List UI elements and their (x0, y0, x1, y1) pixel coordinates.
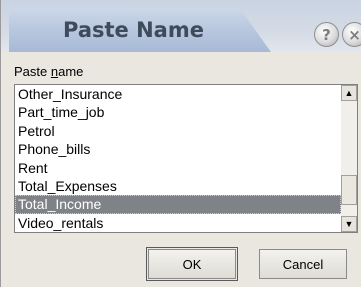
vertical-scrollbar[interactable]: ▲ ▼ (341, 85, 357, 232)
list-item[interactable]: Part_time_job (15, 103, 341, 121)
label-prefix: Paste (14, 64, 51, 79)
label-suffix: ame (58, 64, 84, 79)
names-listbox[interactable]: Other_Insurance Part_time_job Petrol Pho… (14, 84, 358, 233)
label-accelerator: n (50, 64, 59, 79)
dialog-title: Paste Name (63, 18, 204, 42)
scrollbar-thumb[interactable] (341, 175, 357, 205)
list-item[interactable]: Video_rentals (15, 214, 341, 232)
help-icon[interactable]: ? (314, 22, 339, 47)
scrollbar-track[interactable] (341, 101, 357, 216)
title-bar[interactable]: Paste Name ? × (1, 0, 361, 52)
scroll-up-icon[interactable]: ▲ (341, 85, 357, 101)
names-list: Other_Insurance Part_time_job Petrol Pho… (15, 85, 341, 232)
paste-name-label: Paste name (14, 64, 83, 79)
list-item[interactable]: Petrol (15, 122, 341, 140)
ok-button[interactable]: OK (146, 247, 238, 281)
close-icon[interactable]: × (342, 22, 361, 47)
scroll-down-icon[interactable]: ▼ (341, 216, 357, 232)
cancel-button[interactable]: Cancel (259, 249, 347, 279)
paste-name-dialog: Paste Name ? × Paste name Other_Insuranc… (0, 0, 361, 287)
list-item[interactable]: Total_Income (15, 195, 341, 214)
list-item[interactable]: Total_Expenses (15, 177, 341, 195)
list-item[interactable]: Other_Insurance (15, 85, 341, 103)
list-item[interactable]: Rent (15, 159, 341, 177)
list-item[interactable]: Phone_bills (15, 140, 341, 158)
